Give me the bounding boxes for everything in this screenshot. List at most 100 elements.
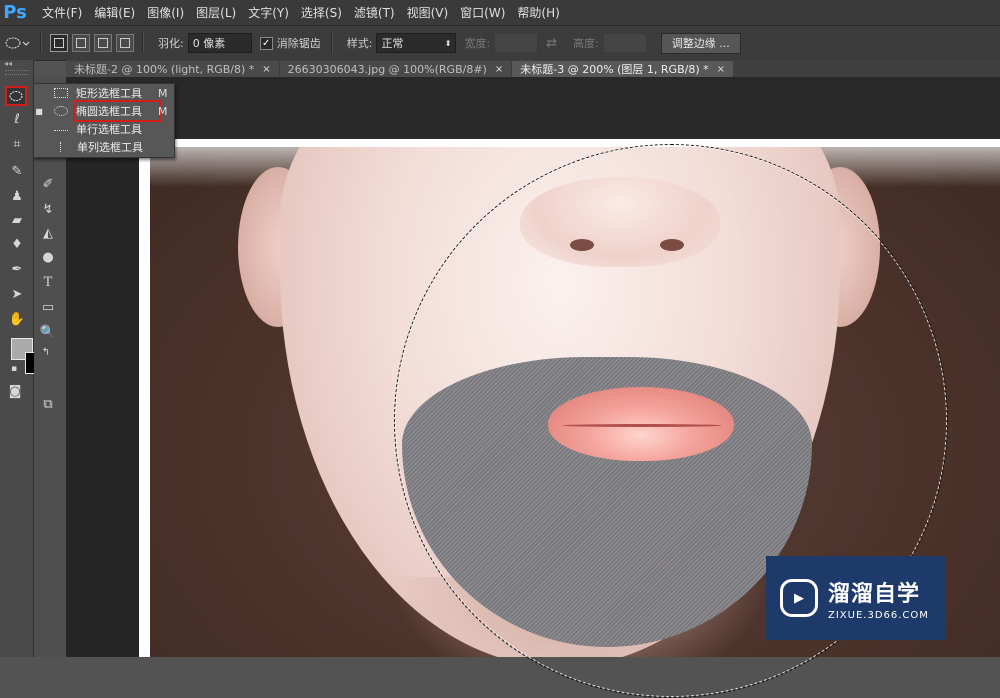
menu-filter[interactable]: 滤镜(T) xyxy=(354,4,395,21)
tab-label: 26630306043.jpg @ 100%(RGB/8#) xyxy=(287,62,487,76)
watermark-title: 溜溜自学 xyxy=(828,581,921,607)
add-selection-icon xyxy=(76,38,86,48)
feather-label: 羽化: xyxy=(158,37,184,50)
path-select-tool-button[interactable]: ➤ xyxy=(7,285,27,303)
flyout-item-single-column[interactable]: 单列选框工具 xyxy=(34,138,174,156)
shortcut-key: M xyxy=(158,86,168,100)
menu-layer[interactable]: 图层(L) xyxy=(196,4,236,21)
stamp-tool-button[interactable]: ♟ xyxy=(7,187,27,205)
crop-icon: ⌗ xyxy=(13,136,21,152)
close-icon[interactable]: × xyxy=(717,64,725,75)
flyout-item-ellipse-marquee[interactable]: ■ 椭圆选框工具 M xyxy=(34,100,174,122)
flyout-item-label: 矩形选框工具 xyxy=(76,87,142,100)
marquee-tool-button[interactable] xyxy=(5,86,27,106)
quick-mask-icon: ◙ xyxy=(8,383,22,399)
tab-label: 未标题-3 @ 200% (图层 1, RGB/8) * xyxy=(520,63,709,76)
ellipse-marquee-icon xyxy=(5,37,30,49)
menu-help[interactable]: 帮助(H) xyxy=(517,4,559,21)
panel-grip[interactable] xyxy=(4,70,29,75)
blur-tool-button[interactable]: ♦ xyxy=(7,235,27,253)
menu-edit[interactable]: 编辑(E) xyxy=(94,4,135,21)
hand-tool-button[interactable]: ✋ xyxy=(7,310,27,328)
select-arrows-icon: ⬍ xyxy=(444,38,452,48)
subtract-from-selection-button[interactable] xyxy=(94,34,112,52)
brush-tool-button[interactable]: ✐ xyxy=(38,175,58,193)
tab-label: 未标题-2 @ 100% (light, RGB/8) * xyxy=(74,63,255,76)
style-select[interactable]: 正常 ⬍ xyxy=(376,33,457,53)
history-brush-icon: ↯ xyxy=(42,201,54,217)
close-icon[interactable]: × xyxy=(495,64,503,75)
watermark-subtitle: ZIXUE.3D66.COM xyxy=(828,609,929,621)
antialias-checkbox[interactable]: ✓ xyxy=(259,36,273,50)
watermark-text: 溜溜自学 ZIXUE.3D66.COM xyxy=(828,576,929,621)
default-colors-icon[interactable]: ▪ xyxy=(4,360,24,378)
antialias-label: 消除锯齿 xyxy=(276,37,321,50)
flyout-item-single-row[interactable]: 单行选框工具 xyxy=(34,120,174,138)
menu-type[interactable]: 文字(Y) xyxy=(248,4,289,21)
hand-icon: ✋ xyxy=(8,311,26,327)
menu-select[interactable]: 选择(S) xyxy=(301,4,342,21)
lasso-tool-button[interactable]: ℓ xyxy=(7,110,27,128)
stamp-icon: ♟ xyxy=(11,188,23,204)
rectangle-shape-icon: ▭ xyxy=(41,299,55,315)
lasso-icon: ℓ xyxy=(14,111,20,127)
menu-view[interactable]: 视图(V) xyxy=(407,4,449,21)
intersect-selection-button[interactable] xyxy=(116,34,134,52)
paint-bucket-icon: ◭ xyxy=(43,225,53,241)
menu-image[interactable]: 图像(I) xyxy=(147,4,184,21)
tab-document-jpg[interactable]: 26630306043.jpg @ 100%(RGB/8#) × xyxy=(279,61,512,77)
screen-mode-icon: ⧉ xyxy=(43,396,53,412)
tab-document-2[interactable]: 未标题-2 @ 100% (light, RGB/8) * × xyxy=(66,61,279,77)
feather-input[interactable]: 0 像素 xyxy=(187,33,252,53)
new-selection-button[interactable] xyxy=(50,34,68,52)
pen-tool-button[interactable]: ✒ xyxy=(7,260,27,278)
new-selection-icon xyxy=(54,38,64,48)
width-label: 宽度: xyxy=(464,37,491,50)
paint-bucket-tool-button[interactable]: ◭ xyxy=(38,224,58,242)
history-brush-tool-button[interactable]: ↯ xyxy=(38,200,58,218)
style-label: 样式: xyxy=(346,37,373,50)
swap-dimensions-icon[interactable]: ⇄ xyxy=(546,36,557,51)
pen-icon: ✒ xyxy=(11,261,23,277)
zoom-icon: 🔍 xyxy=(39,324,57,340)
tool-preset-picker[interactable] xyxy=(0,31,34,55)
document-tabs: 未标题-2 @ 100% (light, RGB/8) * × 26630306… xyxy=(66,60,1000,77)
eyedropper-tool-button[interactable]: ✎ xyxy=(7,162,27,180)
add-to-selection-button[interactable] xyxy=(72,34,90,52)
zoom-tool-button[interactable]: 🔍 xyxy=(38,323,58,341)
flyout-item-label: 单行选框工具 xyxy=(76,123,142,136)
eraser-icon: ▰ xyxy=(12,212,22,228)
rect-marquee-icon xyxy=(54,88,68,98)
crop-tool-button[interactable]: ⌗ xyxy=(7,135,27,153)
divider xyxy=(330,33,333,53)
collapse-panel-icon[interactable]: ◂◂ xyxy=(0,60,33,68)
eraser-tool-button[interactable]: ▰ xyxy=(7,211,27,229)
tab-document-3[interactable]: 未标题-3 @ 200% (图层 1, RGB/8) * × xyxy=(512,61,734,77)
ellipse-marquee-icon xyxy=(54,106,68,116)
dodge-tool-button[interactable]: ● xyxy=(38,248,58,266)
tools-panel-secondary: ✐ ↯ ◭ ● T ▭ 🔍 ↰ ⧉ xyxy=(34,75,66,657)
menu-window[interactable]: 窗口(W) xyxy=(460,4,505,21)
divider xyxy=(142,33,144,53)
play-logo-icon: ▶ xyxy=(780,579,818,617)
type-tool-button[interactable]: T xyxy=(38,273,58,291)
swap-colors-icon[interactable]: ↰ xyxy=(36,343,56,361)
shortcut-key: M xyxy=(158,104,168,118)
blur-icon: ♦ xyxy=(11,236,23,252)
width-input[interactable] xyxy=(494,33,539,53)
style-select-value: 正常 xyxy=(381,37,404,50)
height-label: 高度: xyxy=(573,37,599,50)
photoshop-logo: Ps xyxy=(3,2,27,23)
menu-file[interactable]: 文件(F) xyxy=(42,4,82,21)
refine-edge-button[interactable]: 调整边缘 ... xyxy=(660,32,741,54)
eyedropper-icon: ✎ xyxy=(11,163,23,179)
brush-icon: ✐ xyxy=(42,176,54,192)
quick-mask-button[interactable]: ◙ xyxy=(5,382,25,400)
menu-bar: Ps 文件(F) 编辑(E) 图像(I) 图层(L) 文字(Y) 选择(S) 滤… xyxy=(0,0,1000,25)
shape-tool-button[interactable]: ▭ xyxy=(38,298,58,316)
screen-mode-button[interactable]: ⧉ xyxy=(38,395,58,413)
single-row-marquee-icon xyxy=(54,130,68,132)
close-icon[interactable]: × xyxy=(262,64,270,75)
height-input[interactable] xyxy=(602,33,647,53)
flyout-item-rect-marquee[interactable]: 矩形选框工具 M xyxy=(34,84,174,102)
